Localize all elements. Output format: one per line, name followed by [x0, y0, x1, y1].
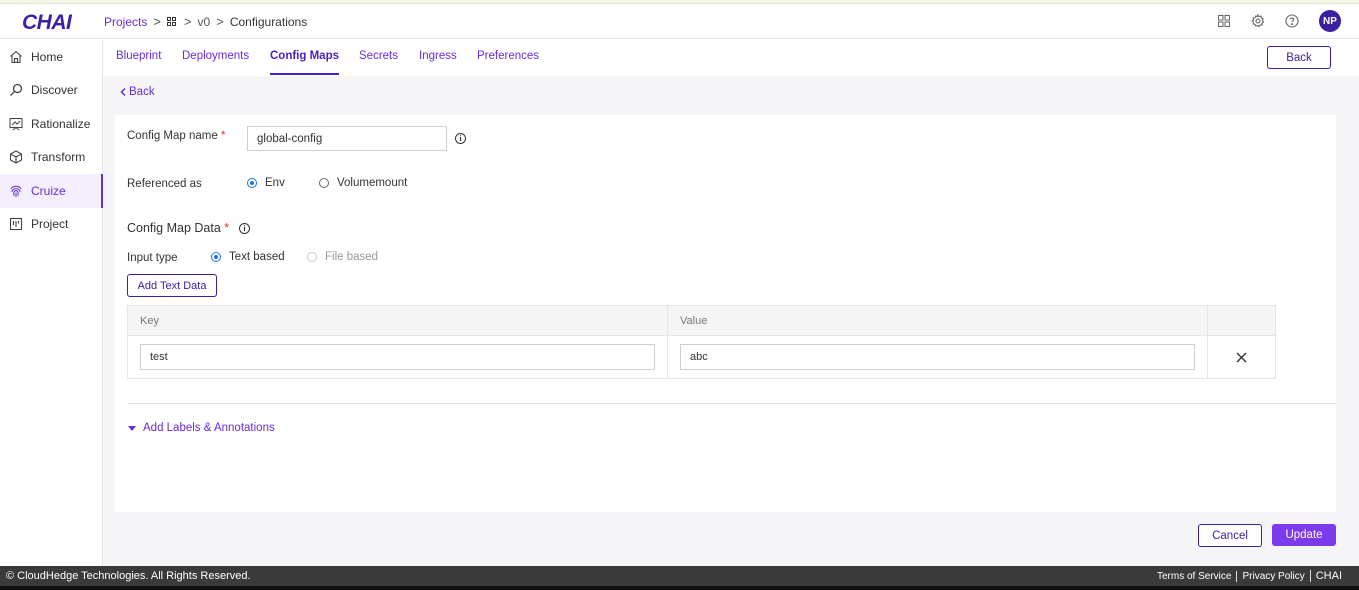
section-divider [127, 403, 1336, 404]
value-cell: abc [668, 336, 1208, 378]
config-map-data-title: Config Map Data * [127, 221, 229, 235]
tab-deployments[interactable]: Deployments [182, 50, 249, 62]
update-button[interactable]: Update [1272, 524, 1336, 546]
tab-preferences[interactable]: Preferences [477, 50, 539, 62]
sidebar-item-label: Cruize [31, 183, 66, 198]
column-header-actions [1208, 306, 1275, 335]
config-map-form-card: Config Map name * global-config i Refere… [115, 115, 1336, 512]
chevron-left-icon [120, 88, 126, 96]
project-icon [8, 217, 23, 232]
radio-env[interactable]: Env [247, 177, 285, 189]
table-row: test abc [128, 336, 1275, 378]
radio-volumemount-label: Volumemount [337, 177, 408, 189]
tab-ingress[interactable]: Ingress [419, 50, 457, 62]
fingerprint-icon [8, 183, 23, 198]
chai-logo[interactable]: CHAI [22, 11, 72, 35]
tab-config-maps[interactable]: Config Maps [270, 50, 339, 62]
logo-text: CHAI [22, 11, 72, 34]
key-value-table: Key Value test abc [127, 305, 1276, 379]
help-icon[interactable] [1285, 14, 1299, 28]
breadcrumb-current: Configurations [229, 14, 308, 29]
radio-file-based-label: File based [325, 251, 379, 263]
gear-icon[interactable] [1251, 14, 1265, 28]
input-type-label: Input type [127, 252, 178, 264]
project-grid-icon[interactable] [166, 17, 176, 26]
info-icon[interactable]: i [239, 223, 250, 234]
sidebar-item-home[interactable]: Home [0, 40, 102, 74]
caret-down-icon [128, 425, 136, 431]
column-header-key: Key [128, 306, 668, 335]
config-map-name-label-text: Config Map name [127, 130, 218, 142]
radio-text-based-label: Text based [229, 251, 285, 263]
required-asterisk: * [224, 221, 230, 235]
main-content: Blueprint Deployments Config Maps Secret… [103, 40, 1359, 566]
sidebar-item-cruize[interactable]: Cruize [0, 174, 103, 208]
radio-dot [307, 252, 317, 262]
header-icon-group: NP [1217, 10, 1341, 32]
info-icon[interactable]: i [455, 133, 466, 144]
user-avatar[interactable]: NP [1319, 10, 1341, 32]
radio-dot [319, 178, 329, 188]
remove-row-button[interactable] [1208, 336, 1275, 378]
sidebar-item-label: Home [31, 49, 64, 64]
table-header: Key Value [128, 306, 1275, 336]
home-icon [8, 49, 23, 64]
footer: © CloudHedge Technologies. All Rights Re… [0, 566, 1359, 586]
close-icon [1236, 352, 1247, 363]
sidebar-item-label: Project [31, 217, 69, 232]
cancel-button[interactable]: Cancel [1198, 524, 1262, 547]
footer-copyright: © CloudHedge Technologies. All Rights Re… [6, 570, 251, 582]
footer-brand: CHAI [1309, 570, 1347, 582]
bottom-strip [0, 586, 1359, 590]
sidebar-item-discover[interactable]: Discover [0, 74, 102, 108]
active-tab-indicator [270, 73, 339, 75]
config-map-data-title-text: Config Map Data [127, 221, 221, 235]
key-cell: test [128, 336, 668, 378]
key-input[interactable]: test [140, 344, 655, 370]
back-button[interactable]: Back [1267, 46, 1331, 69]
sidebar-item-transform[interactable]: Transform [0, 141, 102, 175]
breadcrumb-separator: > [216, 14, 224, 29]
apps-grid-icon[interactable] [1217, 14, 1231, 28]
radio-volumemount[interactable]: Volumemount [319, 177, 407, 189]
breadcrumb-separator: > [183, 14, 192, 29]
radio-text-based[interactable]: Text based [211, 251, 285, 263]
config-map-name-input[interactable]: global-config [247, 126, 447, 151]
sidebar-item-label: Transform [31, 150, 86, 165]
referenced-as-label: Referenced as [127, 178, 202, 190]
discover-icon [8, 83, 23, 98]
tab-secrets[interactable]: Secrets [359, 50, 398, 62]
add-text-data-button[interactable]: Add Text Data [127, 274, 217, 297]
tab-blueprint[interactable]: Blueprint [116, 50, 161, 62]
config-map-name-label: Config Map name * [127, 130, 225, 142]
sidebar-item-rationalize[interactable]: Rationalize [0, 107, 102, 141]
rationalize-icon [8, 116, 23, 131]
breadcrumb-separator: > [153, 14, 161, 29]
back-link-label: Back [129, 86, 155, 98]
value-input[interactable]: abc [680, 344, 1195, 370]
sidebar-item-label: Discover [31, 83, 78, 98]
add-labels-annotations-toggle[interactable]: Add Labels & Annotations [128, 422, 275, 434]
radio-dot [247, 178, 257, 188]
radio-file-based[interactable]: File based [307, 251, 378, 263]
breadcrumb: Projects > > v0 > Configurations [104, 14, 307, 29]
privacy-policy-link[interactable]: Privacy Policy [1236, 570, 1309, 582]
top-header: CHAI Projects > > v0 > Configurations NP [0, 4, 1359, 39]
add-labels-annotations-label: Add Labels & Annotations [143, 422, 275, 434]
sidebar-item-label: Rationalize [31, 116, 91, 131]
required-asterisk: * [220, 130, 226, 142]
breadcrumb-version[interactable]: v0 [198, 15, 211, 29]
column-header-value: Value [668, 306, 1208, 335]
footer-links: Terms of Service Privacy Policy CHAI [1152, 570, 1347, 582]
radio-dot [211, 252, 221, 262]
breadcrumb-projects[interactable]: Projects [104, 15, 147, 29]
radio-env-label: Env [265, 177, 285, 189]
terms-of-service-link[interactable]: Terms of Service [1152, 571, 1236, 582]
sidebar: Home Discover Rationalize Transform Crui… [0, 40, 103, 566]
sidebar-item-project[interactable]: Project [0, 208, 102, 242]
tab-bar: Blueprint Deployments Config Maps Secret… [103, 40, 1359, 76]
back-link[interactable]: Back [120, 86, 155, 98]
cube-icon [8, 150, 23, 165]
